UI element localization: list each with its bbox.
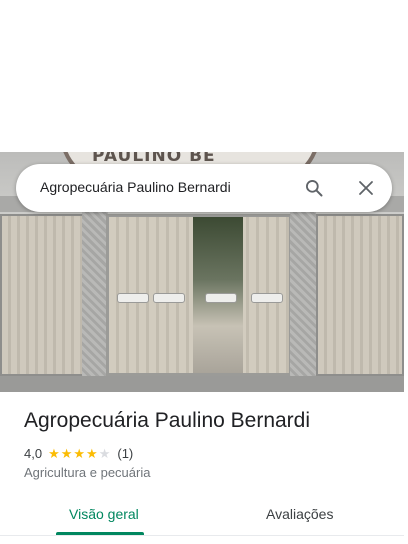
rating-row[interactable]: 4,0 ★ ★ ★ ★ ★ (1) [24, 444, 133, 462]
photo-pillar-left [82, 196, 108, 392]
photo-door-handle [205, 293, 237, 303]
tab-overview[interactable]: Visão geral [69, 506, 139, 522]
search-bar[interactable]: Agropecuária Paulino Bernardi [16, 164, 392, 212]
tabs-divider [0, 535, 404, 536]
place-title: Agropecuária Paulino Bernardi [24, 409, 311, 432]
star-icon: ★ [60, 445, 73, 461]
search-button[interactable] [302, 176, 326, 200]
search-input[interactable]: Agropecuária Paulino Bernardi [40, 179, 231, 195]
close-button[interactable] [354, 176, 378, 200]
tab-reviews[interactable]: Avaliações [266, 506, 333, 522]
map-blank-area [0, 0, 408, 152]
photo-door-handle [117, 293, 149, 303]
photo-pillar-right [290, 196, 316, 392]
photo-ledge [0, 376, 404, 392]
rating-value: 4,0 [24, 445, 43, 461]
star-icon: ★ [48, 445, 60, 461]
rating-stars: ★ ★ ★ ★ ★ [48, 447, 111, 460]
photo-window-right [316, 214, 404, 376]
photo-door-handle [153, 293, 185, 303]
close-icon [359, 181, 373, 195]
star-icon: ★ [86, 445, 98, 461]
photo-window-left [0, 214, 84, 376]
search-icon [306, 180, 323, 197]
photo-door-handle [251, 293, 283, 303]
place-category[interactable]: Agricultura e pecuária [24, 465, 150, 480]
star-icon: ★ [73, 445, 86, 461]
review-count[interactable]: (1) [117, 446, 133, 461]
star-icon: ★ [98, 445, 111, 461]
photo-door [106, 214, 292, 376]
